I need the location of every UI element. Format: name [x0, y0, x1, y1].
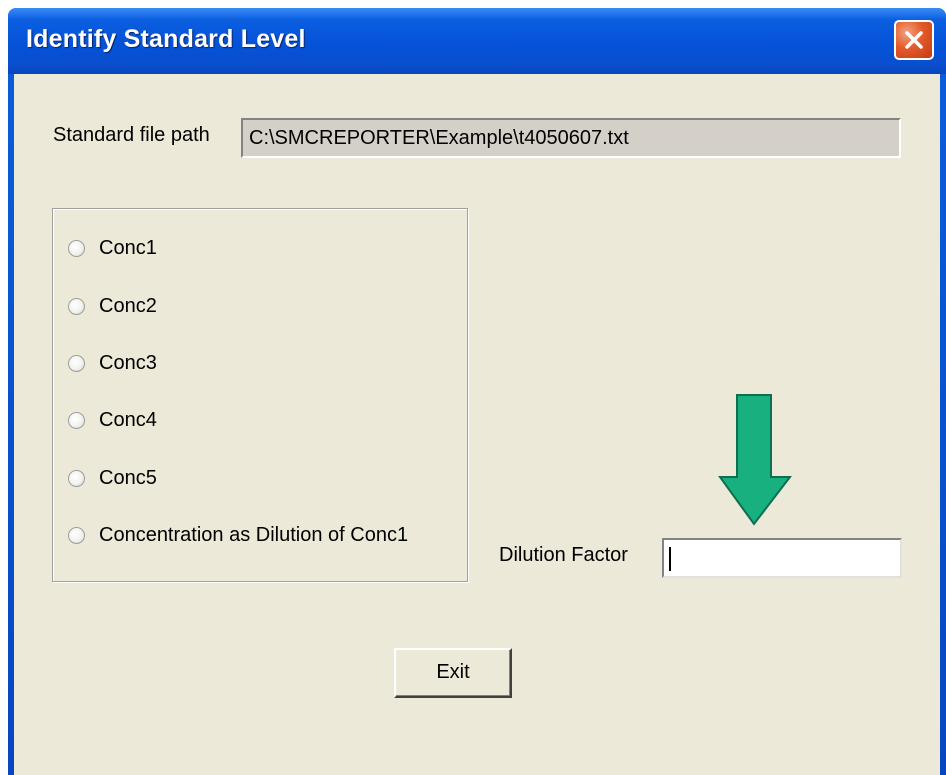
exit-button[interactable]: Exit	[394, 648, 512, 698]
dialog-body: Standard file path C:\SMCREPORTER\Exampl…	[14, 74, 940, 775]
close-button[interactable]	[894, 20, 934, 60]
radio-option-conc3[interactable]: Conc3	[68, 348, 157, 378]
radio-option-conc1[interactable]: Conc1	[68, 233, 157, 263]
dialog-window: Identify Standard Level Standard file pa…	[8, 8, 946, 775]
radio-label: Conc3	[99, 351, 157, 374]
window-title: Identify Standard Level	[26, 25, 306, 53]
radio-option-conc2[interactable]: Conc2	[68, 291, 157, 321]
radio-button[interactable]	[68, 239, 85, 257]
radio-option-conc5[interactable]: Conc5	[68, 463, 157, 493]
standard-file-path-label: Standard file path	[53, 124, 210, 146]
radio-label: Conc2	[99, 294, 157, 317]
radio-button[interactable]	[68, 411, 85, 429]
close-icon	[905, 31, 923, 49]
radio-label: Conc1	[99, 236, 157, 259]
standard-file-path-field: C:\SMCREPORTER\Example\t4050607.txt	[241, 118, 901, 158]
text-caret	[669, 547, 671, 571]
radio-button[interactable]	[68, 297, 85, 315]
dilution-factor-label: Dilution Factor	[499, 544, 628, 566]
radio-button[interactable]	[68, 354, 85, 372]
radio-option-dilution-of-conc1[interactable]: Concentration as Dilution of Conc1	[68, 520, 408, 550]
radio-label: Concentration as Dilution of Conc1	[99, 523, 409, 546]
title-bar[interactable]: Identify Standard Level	[8, 8, 946, 74]
radio-option-conc4[interactable]: Conc4	[68, 405, 157, 435]
radio-button[interactable]	[68, 469, 85, 487]
concentration-level-group: Conc1 Conc2 Conc3 Conc4 Conc5 Concentrat…	[52, 208, 468, 582]
radio-button[interactable]	[68, 526, 85, 544]
arrow-down-icon	[718, 394, 792, 526]
dilution-factor-input[interactable]	[662, 538, 902, 578]
radio-label: Conc5	[99, 466, 157, 489]
radio-label: Conc4	[99, 408, 157, 431]
